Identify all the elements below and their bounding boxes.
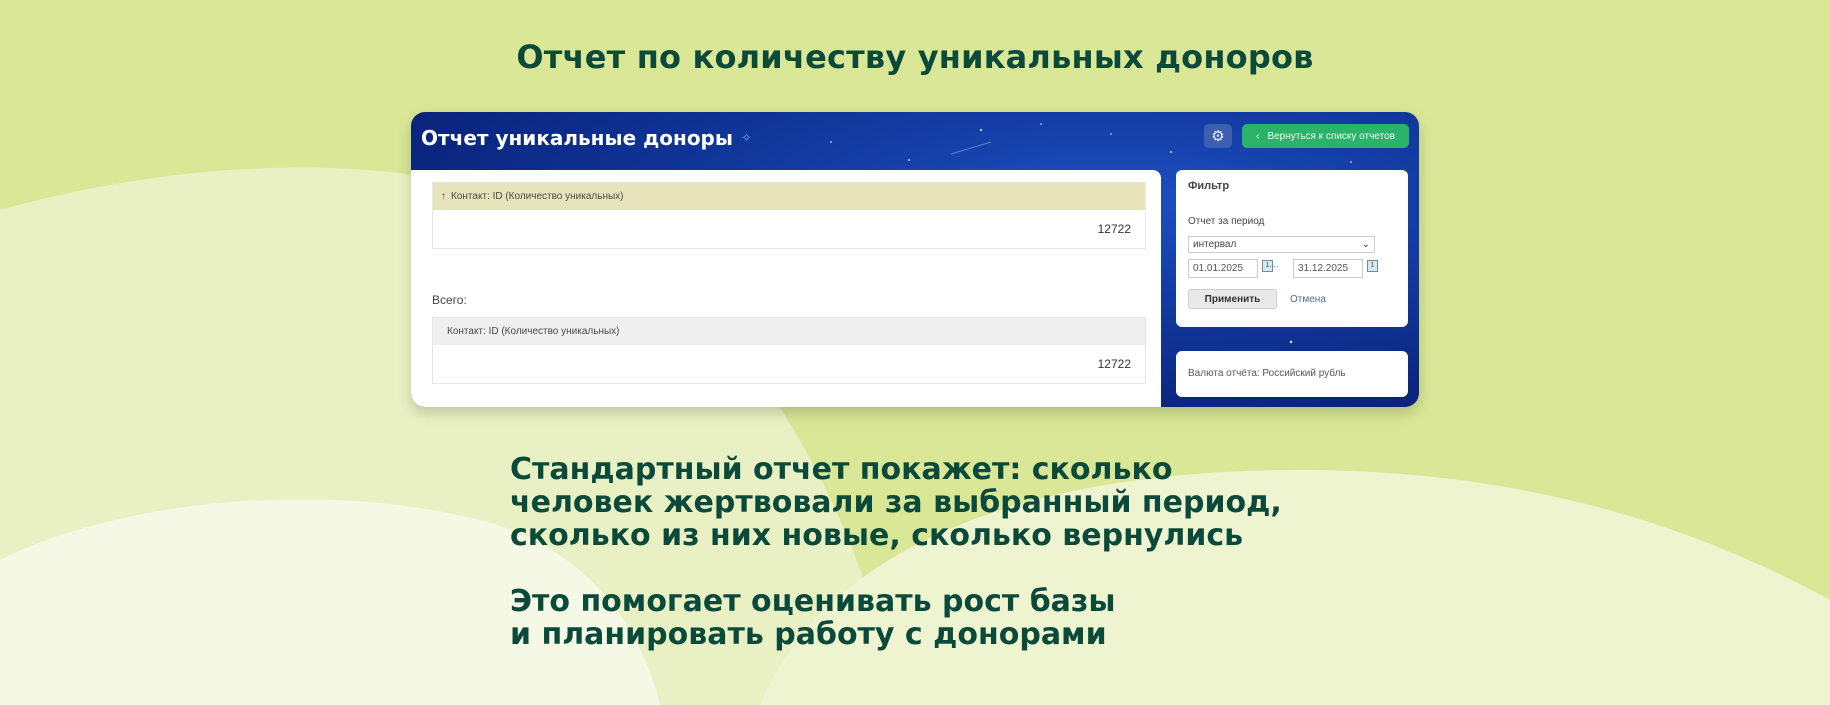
- body-line: сколько из них новые, сколько вернулись: [510, 518, 1244, 553]
- body-paragraph-1: Стандартный отчет покажет: сколько челов…: [510, 453, 1410, 552]
- total-label: Всего:: [432, 293, 467, 307]
- filter-title: Фильтр: [1188, 180, 1230, 192]
- report-content-panel: ↑ Контакт: ID (Количество уникальных) 12…: [411, 170, 1161, 407]
- body-paragraph-2: Это помогает оценивать рост базы и плани…: [510, 585, 1410, 651]
- body-line: и планировать работу с донорами: [510, 617, 1107, 652]
- chevron-left-icon: ‹: [1256, 130, 1260, 142]
- body-line: человек жертвовали за выбранный период,: [510, 485, 1282, 520]
- date-to-input[interactable]: 31.12.2025: [1293, 259, 1363, 278]
- report-group: ↑ Контакт: ID (Количество уникальных) 12…: [432, 182, 1146, 249]
- body-line: Это помогает оценивать рост базы: [510, 584, 1116, 619]
- filter-panel: Фильтр Отчет за период интервал ⌄ 01.01.…: [1176, 170, 1408, 327]
- back-to-reports-label: Вернуться к списку отчетов: [1267, 130, 1395, 142]
- calendar-icon[interactable]: 1: [1367, 260, 1378, 272]
- group-value: 12722: [1097, 222, 1131, 236]
- gear-icon: ⚙: [1211, 128, 1225, 145]
- period-select-value: интервал: [1193, 239, 1237, 250]
- pin-icon[interactable]: ✧: [741, 131, 752, 146]
- apply-button[interactable]: Применить: [1188, 289, 1277, 309]
- date-separator: ···: [1269, 261, 1279, 272]
- settings-button[interactable]: ⚙: [1204, 124, 1232, 148]
- date-from-input[interactable]: 01.01.2025: [1188, 259, 1258, 278]
- back-to-reports-button[interactable]: ‹ Вернуться к списку отчетов: [1242, 124, 1409, 148]
- sort-arrow-icon: ↑: [441, 191, 446, 202]
- chevron-down-icon: ⌄: [1361, 239, 1370, 250]
- total-header: Контакт: ID (Количество уникальных): [433, 318, 1145, 345]
- report-window: Отчет уникальные доноры ✧ ⚙ ‹ Вернуться …: [411, 112, 1419, 407]
- period-select[interactable]: интервал ⌄: [1188, 236, 1375, 253]
- window-title: Отчет уникальные доноры ✧: [421, 126, 752, 150]
- body-line: Стандартный отчет покажет: сколько: [510, 452, 1173, 487]
- total-value: 12722: [1097, 357, 1131, 371]
- total-group: Контакт: ID (Количество уникальных) 1272…: [432, 317, 1146, 384]
- slide-title: Отчет по количеству уникальных доноров: [516, 38, 1314, 76]
- cancel-link[interactable]: Отмена: [1290, 294, 1326, 305]
- currency-panel: Валюта отчёта: Российский рубль: [1176, 351, 1408, 397]
- window-title-text: Отчет уникальные доноры: [421, 126, 733, 150]
- group-header[interactable]: ↑ Контакт: ID (Количество уникальных): [433, 183, 1145, 210]
- group-header-label: Контакт: ID (Количество уникальных): [451, 191, 624, 202]
- period-label: Отчет за период: [1188, 216, 1265, 227]
